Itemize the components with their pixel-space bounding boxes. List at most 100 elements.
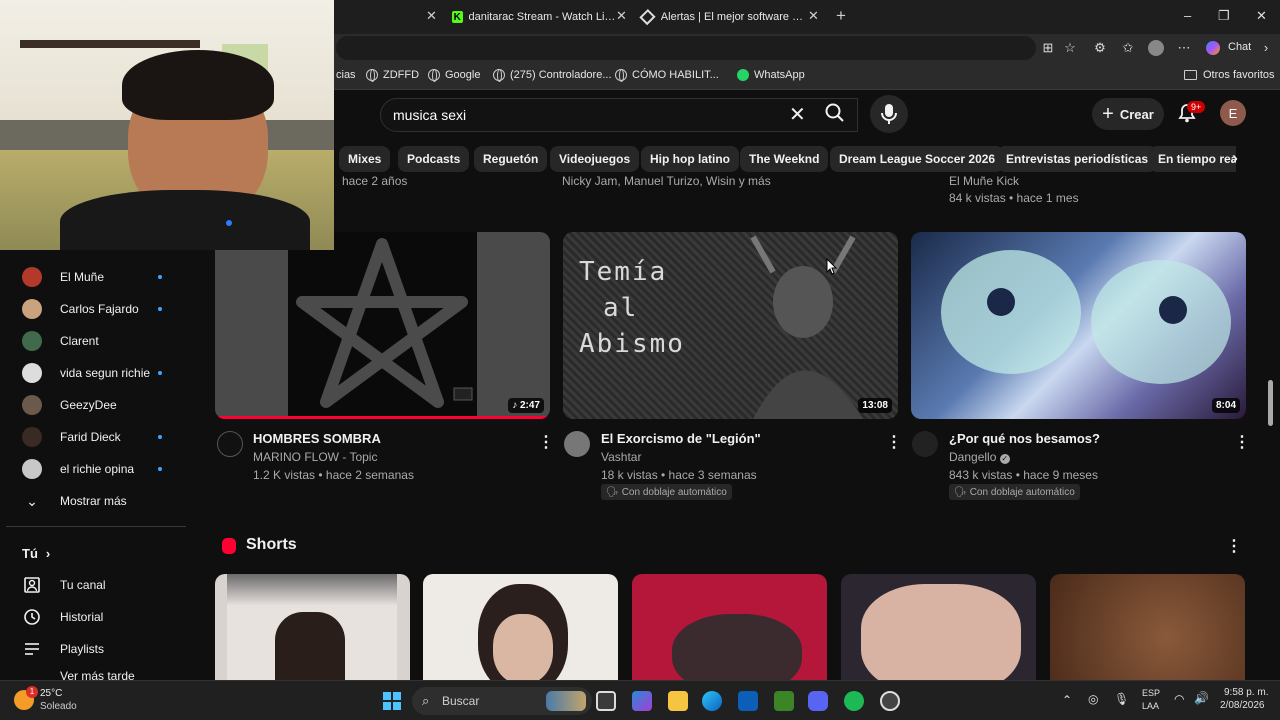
video-thumbnail[interactable]: 8:04 — [911, 232, 1246, 419]
bookmark-item[interactable]: WhatsApp — [737, 69, 805, 81]
chevron-right-icon[interactable]: › — [1232, 148, 1238, 169]
tab-close-icon[interactable]: ✕ — [616, 8, 627, 24]
clear-search-icon[interactable]: ✕ — [789, 105, 806, 125]
more-options-icon[interactable]: ⋮ — [1234, 432, 1250, 452]
wifi-icon[interactable]: ◠ — [1174, 692, 1184, 706]
more-options-icon[interactable]: ⋮ — [1226, 536, 1242, 556]
chip[interactable]: Reguetón — [474, 146, 548, 172]
chip[interactable]: Podcasts — [398, 146, 470, 172]
more-options-icon[interactable]: ⋮ — [886, 432, 902, 452]
chip[interactable]: Dream League Soccer 2026 — [830, 146, 1005, 172]
video-title[interactable]: HOMBRES SOMBRA — [253, 431, 381, 446]
chat-button[interactable]: Chat — [1228, 41, 1251, 53]
auto-dub-badge: 🗣 Con doblaje automático — [601, 484, 732, 500]
file-explorer-icon[interactable] — [668, 691, 688, 711]
edge-browser-icon[interactable] — [702, 691, 722, 711]
favorites-icon[interactable]: ✩ — [1120, 40, 1136, 56]
sidebar-toggle-icon[interactable]: › — [1258, 40, 1274, 56]
search-input[interactable] — [393, 107, 773, 123]
store-icon[interactable] — [738, 691, 758, 711]
tab-close-icon[interactable]: ✕ — [808, 8, 819, 24]
watch-progress-bar — [215, 416, 550, 419]
sidebar-subscription[interactable]: el richie opina — [22, 457, 134, 481]
user-avatar[interactable]: E — [1220, 100, 1246, 126]
sidebar-subscription[interactable]: El Muñe — [22, 265, 104, 289]
close-window-button[interactable]: ✕ — [1256, 8, 1267, 24]
bookmark-item[interactable]: (275) Controladore... — [493, 69, 612, 82]
bookmark-item[interactable]: CÓMO HABILIT... — [615, 69, 719, 82]
short-thumbnail[interactable] — [1050, 574, 1245, 680]
short-thumbnail[interactable] — [423, 574, 618, 680]
spotify-icon[interactable] — [844, 691, 864, 711]
maximize-button[interactable]: ❐ — [1218, 8, 1230, 24]
short-thumbnail[interactable] — [632, 574, 827, 680]
channel-avatar[interactable] — [564, 431, 590, 457]
discord-icon[interactable] — [808, 691, 828, 711]
other-favorites[interactable]: Otros favoritos — [1184, 69, 1275, 81]
favorite-star-icon[interactable]: ☆ — [1062, 40, 1078, 56]
sidebar-item-your-channel[interactable]: Tu canal — [22, 573, 106, 597]
microphone-tray-icon[interactable]: 🎙 — [1114, 692, 1129, 706]
search-icon[interactable] — [824, 102, 846, 124]
bookmark-item[interactable]: cias — [336, 69, 356, 81]
create-button[interactable]: + Crear — [1092, 98, 1164, 130]
short-thumbnail[interactable] — [215, 574, 410, 680]
you-section-header[interactable]: Tú › — [22, 541, 50, 565]
channel-avatar[interactable] — [217, 431, 243, 457]
extensions-icon[interactable]: ⚙ — [1092, 40, 1108, 56]
sidebar-subscription[interactable]: GeezyDee — [22, 393, 117, 417]
copilot-icon[interactable] — [1206, 41, 1220, 55]
bookmark-item[interactable]: Google — [428, 69, 480, 82]
volume-icon[interactable]: 🔊 — [1194, 691, 1209, 705]
chip[interactable]: En tiempo real — [1149, 146, 1236, 172]
video-thumbnail[interactable]: ♪ 2:47 — [215, 232, 550, 419]
copilot-app-icon[interactable] — [632, 691, 652, 711]
channel-avatar[interactable] — [912, 431, 938, 457]
sidebar-subscription[interactable]: Farid Dieck — [22, 425, 121, 449]
sidebar-item-history[interactable]: Historial — [22, 605, 103, 629]
profile-icon[interactable] — [1148, 40, 1164, 56]
voice-search-button[interactable] — [870, 95, 908, 133]
new-tab-button[interactable]: + — [836, 6, 846, 26]
video-title[interactable]: El Exorcismo de "Legión" — [601, 431, 761, 446]
apps-icon[interactable]: ⊞ — [1040, 40, 1056, 56]
sidebar-subscription[interactable]: vida segun richie — [22, 361, 150, 385]
obs-icon[interactable] — [880, 691, 900, 711]
meet-icon[interactable]: ◎ — [1088, 692, 1098, 706]
bookmark-item[interactable]: ZDFFD — [366, 69, 419, 82]
chip[interactable]: Entrevistas periodísticas — [997, 146, 1158, 172]
tab-kick[interactable]: K danitarac Stream - Watch Live on K — [446, 4, 626, 30]
language-indicator[interactable]: ESP — [1142, 688, 1160, 698]
weather-temp[interactable]: 25°C — [40, 688, 62, 699]
page-scrollbar[interactable] — [1268, 380, 1273, 426]
address-field[interactable] — [336, 36, 1036, 60]
windows-start-icon[interactable] — [382, 691, 402, 711]
chip[interactable]: Mixes — [339, 146, 391, 172]
tab-close-icon[interactable]: ✕ — [426, 8, 437, 24]
tab-alertas[interactable]: Alertas | El mejor software para po — [636, 4, 810, 30]
more-options-icon[interactable]: ⋮ — [538, 432, 554, 452]
sidebar-item-watch-later[interactable]: Ver más tarde — [22, 669, 135, 680]
short-thumbnail[interactable] — [841, 574, 1036, 680]
minecraft-icon[interactable] — [774, 691, 794, 711]
chip[interactable]: Videojuegos — [550, 146, 640, 172]
sidebar-subscription[interactable]: Clarent — [22, 329, 99, 353]
video-channel[interactable]: Dangello ✓ — [949, 450, 1010, 464]
show-more-button[interactable]: ⌄ Mostrar más — [22, 489, 127, 513]
video-title[interactable]: ¿Por qué nos besamos? — [949, 431, 1100, 446]
taskbar-search-box[interactable]: ⌕ Buscar — [412, 687, 592, 715]
language-indicator-sub: LAA — [1142, 701, 1160, 711]
sidebar-subscription[interactable]: Carlos Fajardo — [22, 297, 139, 321]
minimize-button[interactable]: – — [1184, 8, 1191, 23]
video-thumbnail[interactable]: Temía al Abismo 13:08 — [563, 232, 898, 419]
chevron-up-icon[interactable]: ⌃ — [1062, 693, 1072, 707]
chip[interactable]: The Weeknd — [740, 146, 829, 172]
chip[interactable]: Hip hop latino — [641, 146, 739, 172]
video-channel[interactable]: MARINO FLOW - Topic — [253, 450, 377, 464]
alertas-icon — [639, 8, 656, 26]
clock-time[interactable]: 9:58 p. m. — [1224, 687, 1268, 698]
video-channel[interactable]: Vashtar — [601, 450, 641, 464]
sidebar-item-playlists[interactable]: Playlists — [22, 637, 104, 661]
more-menu-icon[interactable]: ⋯ — [1176, 40, 1192, 56]
task-view-icon[interactable] — [596, 691, 616, 711]
